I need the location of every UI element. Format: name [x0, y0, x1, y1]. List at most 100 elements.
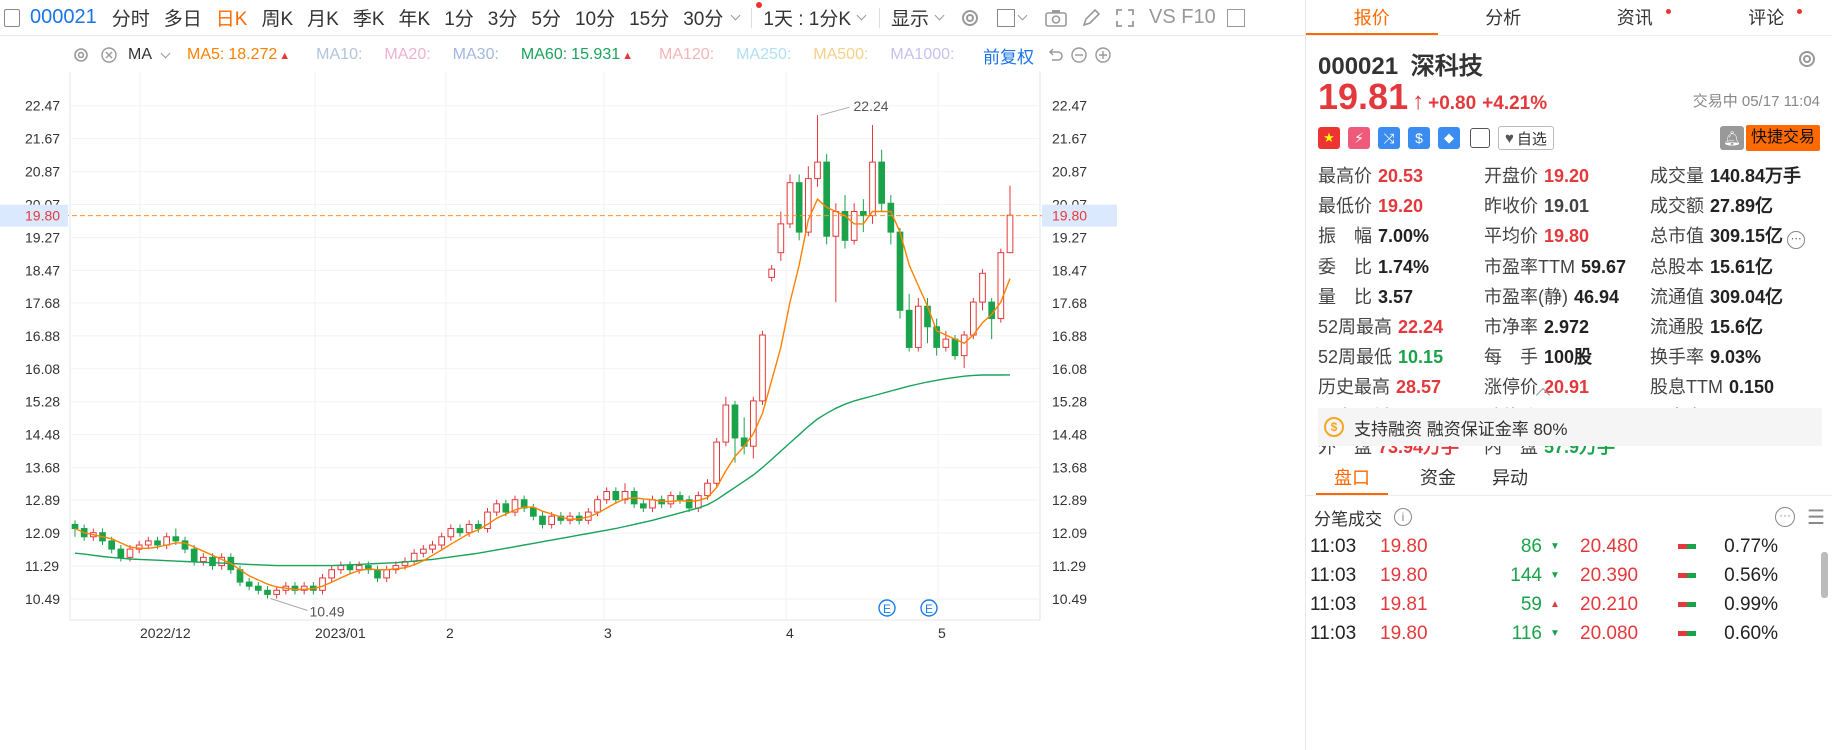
gear-icon[interactable] [1796, 48, 1818, 70]
stock-code[interactable]: 000021 [26, 6, 105, 29]
document-icon[interactable] [1470, 128, 1490, 148]
x-tick-label: 4 [786, 625, 794, 641]
quote-tabs: 报价 分析 资讯 评论 [1306, 0, 1832, 36]
stat-item: 昨收价 19.01 [1484, 192, 1650, 218]
chevron-down-icon[interactable] [1017, 10, 1028, 21]
tab-orderbook[interactable]: 盘口 [1316, 462, 1388, 495]
dollar-icon[interactable]: $ [1408, 127, 1430, 149]
notification-dot [1665, 9, 1671, 14]
stat-value: 140.84万手 [1710, 166, 1802, 186]
info-icon[interactable]: i [1394, 508, 1412, 526]
stat-label: 市盈率TTM [1484, 257, 1575, 277]
tab-abnormal[interactable]: 异动 [1474, 462, 1546, 495]
candle-body [878, 161, 886, 204]
ma-item[interactable]: MA30: [453, 46, 505, 64]
stat-item: 成交额 27.89亿 [1650, 192, 1830, 218]
ma-item[interactable]: MA5: 18.272 ▲ [187, 46, 300, 64]
gear-icon[interactable] [959, 7, 981, 29]
add-watchlist-button[interactable]: ♥ 自选 [1498, 126, 1554, 150]
tab-period[interactable]: 多日 [157, 4, 209, 31]
high-annotation: 22.24 [854, 98, 889, 114]
up-arrow-icon: ↑ [1412, 88, 1425, 115]
chevron-down-icon[interactable] [730, 10, 741, 21]
tab-period[interactable]: 季K [346, 4, 392, 31]
undo-icon[interactable] [1046, 46, 1064, 64]
tab-news[interactable]: 资讯 [1569, 0, 1701, 35]
fullscreen-icon[interactable] [1114, 7, 1136, 29]
tab-period[interactable]: 年K [392, 4, 438, 31]
checkbox-icon[interactable] [997, 8, 1016, 27]
stat-label: 最低价 [1318, 196, 1372, 216]
china-flag-icon[interactable]: ★ [1318, 127, 1340, 149]
tab-period[interactable]: 1分 [437, 4, 481, 31]
range-select[interactable]: 1天 : 1分K [756, 4, 858, 31]
tab-funds[interactable]: 资金 [1402, 462, 1474, 495]
y-tick-label: 12.09 [25, 525, 60, 541]
ma-select[interactable]: MA [128, 46, 152, 64]
stat-label: 换手率 [1650, 347, 1704, 367]
ma-item[interactable]: MA250: [736, 46, 797, 64]
stat-item: 量 比 3.57 [1318, 283, 1484, 309]
vs-f10-button[interactable]: VS F10 [1142, 6, 1223, 29]
tab-analysis[interactable]: 分析 [1438, 0, 1570, 35]
quick-trade-button[interactable]: 快捷交易 [1745, 125, 1820, 151]
tab-comments[interactable]: 评论 [1701, 0, 1832, 35]
ma-item[interactable]: MA10: [316, 46, 368, 64]
shuffle-icon[interactable]: ⤨ [1378, 127, 1400, 149]
sidebar-toggle-icon[interactable] [4, 8, 20, 27]
ma-item[interactable]: MA1000: [890, 46, 960, 64]
candle-body [346, 565, 354, 571]
chevron-down-icon[interactable] [856, 10, 867, 21]
candle-body [759, 334, 766, 402]
kline-chart[interactable]: 22.47 22.4721.67 21.6720.87 20.8720.07 20.07… [0, 72, 1305, 750]
tab-period[interactable]: 15分 [622, 4, 676, 31]
ma-item[interactable]: MA20: [384, 46, 436, 64]
zoom-out-icon[interactable] [1070, 46, 1088, 64]
tick-price: 19.80 [1380, 622, 1428, 644]
tab-period[interactable]: 日K [209, 4, 255, 31]
pencil-icon[interactable] [1080, 7, 1102, 29]
ma-item[interactable]: MA120: [659, 46, 720, 64]
candle-body [172, 536, 180, 542]
tab-period[interactable]: 分时 [105, 4, 157, 31]
more-icon[interactable]: ⋯ [1787, 231, 1806, 249]
tab-period[interactable]: 月K [300, 4, 346, 31]
chevron-down-icon[interactable] [160, 48, 171, 58]
camera-icon[interactable] [1044, 8, 1068, 28]
stat-label: 历史最高 [1318, 377, 1390, 397]
restore-rights-select[interactable]: 前复权 [983, 43, 1034, 68]
tag-icon[interactable]: ◆ [1438, 127, 1460, 149]
candle-body [154, 540, 161, 546]
chevron-down-icon[interactable] [934, 10, 945, 21]
bell-icon[interactable]: 🔔︎ [1720, 126, 1744, 150]
tab-quote[interactable]: 报价 [1306, 0, 1438, 35]
tick-row: 11:03 19.80 144 ▼ 20.390 0.56% [1306, 561, 1816, 590]
candle-body [199, 556, 207, 562]
close-icon[interactable] [100, 46, 118, 64]
flash-icon[interactable]: ⚡ [1348, 127, 1370, 149]
candle-body [914, 305, 922, 348]
high-annotation-line [820, 106, 850, 116]
panel-icon[interactable] [1226, 8, 1245, 27]
stat-item: 振 幅 7.00% [1318, 222, 1484, 249]
tab-period[interactable]: 10分 [568, 4, 622, 31]
stat-label: 每 手 [1484, 347, 1538, 367]
more-icon[interactable]: ··· [1775, 507, 1795, 527]
candle-body [355, 565, 363, 571]
stat-value: 309.15亿 [1710, 226, 1784, 246]
stat-item: 成交量 140.84万手 [1650, 162, 1830, 188]
y-tick-label-right: 13.68 [1052, 460, 1087, 476]
y-tick-label: 16.08 [25, 361, 60, 377]
ma-item[interactable]: MA500: [813, 46, 874, 64]
y-tick-label: 10.49 [25, 591, 60, 607]
list-icon[interactable]: ☰ [1807, 505, 1825, 530]
ma-item[interactable]: MA60: 15.931 ▲ [521, 46, 643, 64]
tab-period[interactable]: 周K [254, 4, 300, 31]
tab-period[interactable]: 5分 [524, 4, 568, 31]
scrollbar[interactable] [1821, 552, 1828, 598]
tab-period[interactable]: 30分 [676, 4, 730, 31]
gear-icon[interactable] [72, 46, 90, 64]
tab-period[interactable]: 3分 [481, 4, 525, 31]
display-menu[interactable]: 显示 [884, 4, 936, 31]
zoom-in-icon[interactable] [1094, 46, 1112, 64]
